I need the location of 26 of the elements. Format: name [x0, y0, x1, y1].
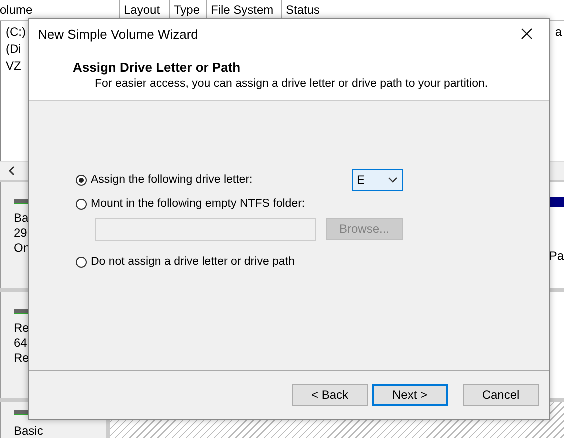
caret-icon: [388, 177, 398, 183]
radio-icon[interactable]: [76, 174, 87, 186]
page-heading: Assign Drive Letter or Path: [73, 60, 242, 75]
volume-name[interactable]: VZ: [6, 59, 22, 76]
partition-label: Pa: [549, 249, 564, 263]
disk-info: 64: [14, 336, 28, 351]
radio-icon[interactable]: [76, 256, 87, 268]
volume-cell-text: a: [555, 25, 562, 41]
scroll-left-icon[interactable]: [8, 166, 16, 176]
radio-option[interactable]: Assign the following drive letter:: [76, 174, 352, 186]
window-title: New Simple Volume Wizard: [38, 26, 198, 42]
wizard-button[interactable]: < Back: [292, 384, 368, 406]
column-header[interactable]: Status: [282, 0, 564, 20]
volume-name[interactable]: (C:): [6, 25, 26, 42]
drive-letter-dropdown[interactable]: E: [352, 169, 403, 191]
disk-info: Ba: [14, 211, 29, 226]
disk-info: Basic: [14, 424, 44, 438]
wizard-button[interactable]: Next >: [372, 384, 448, 406]
close-icon[interactable]: [521, 28, 533, 40]
disk-info: Re: [14, 321, 30, 336]
radio-option[interactable]: Do not assign a drive letter or drive path: [76, 256, 352, 268]
disk-info: 29: [14, 226, 28, 241]
disk-info: Re: [14, 351, 30, 366]
volume-name[interactable]: (Di: [6, 42, 22, 59]
wizard-button[interactable]: Cancel: [463, 384, 539, 406]
page-description: For easier access, you can assign a drive letter or drive path to your partition.: [95, 78, 490, 90]
